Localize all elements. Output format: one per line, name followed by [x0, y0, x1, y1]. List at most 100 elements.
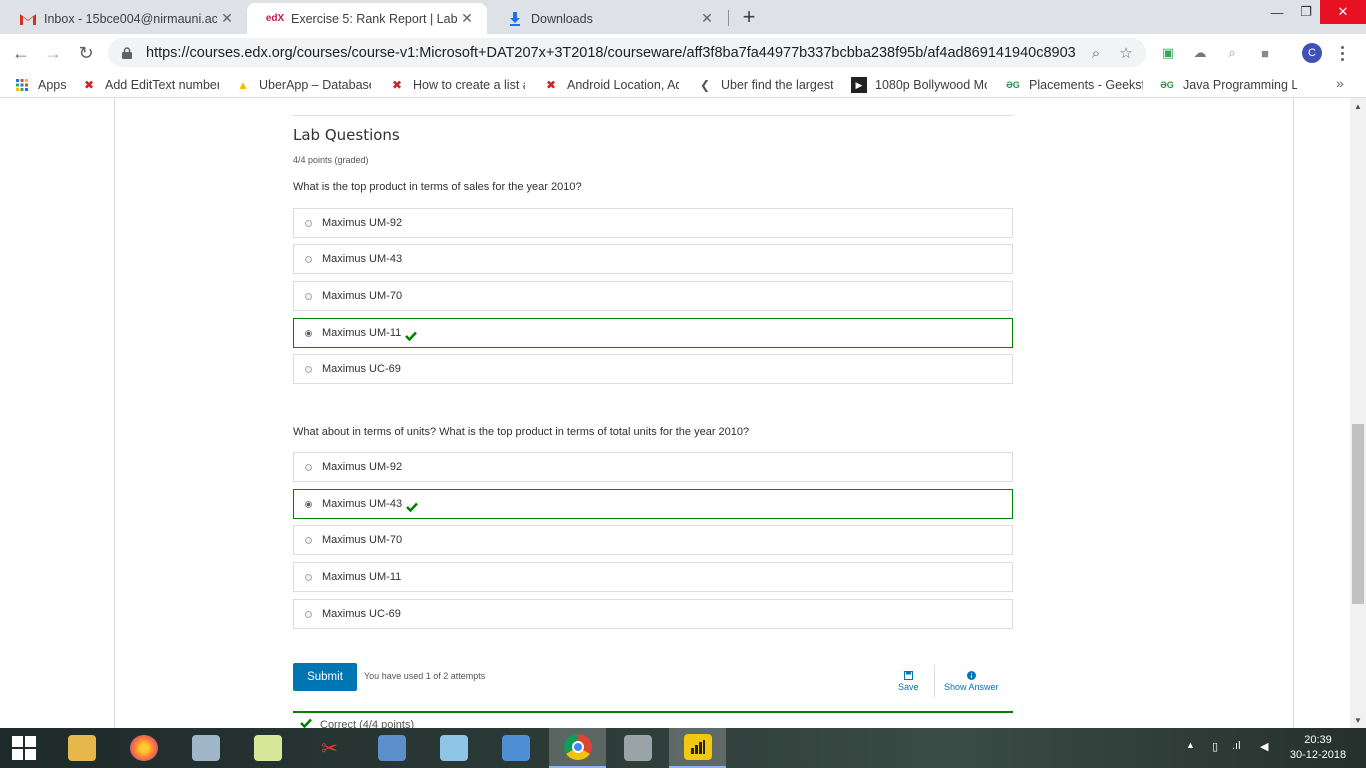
- taskbar-app-grid[interactable]: [609, 728, 666, 768]
- radio-button[interactable]: [305, 292, 312, 300]
- menu-kebab-icon[interactable]: [1334, 42, 1350, 64]
- radio-button[interactable]: [305, 365, 312, 373]
- scroll-down-arrow-icon[interactable]: ▼: [1350, 712, 1366, 728]
- folder-icon: [67, 735, 96, 761]
- extension-inbox-icon[interactable]: ▣: [1158, 43, 1178, 63]
- play-icon: ▶: [851, 77, 867, 93]
- q2-choice[interactable]: Maximus UC-69: [293, 599, 1013, 629]
- submit-button[interactable]: Submit: [293, 663, 357, 691]
- bookmark-uberapp-database[interactable]: ▲ UberApp – Database: [235, 75, 371, 95]
- q1-choice[interactable]: Maximus UM-43: [293, 244, 1013, 274]
- geeksforgeeks-icon: ƏG: [1160, 80, 1174, 90]
- q2-choice[interactable]: Maximus UM-70: [293, 525, 1013, 555]
- notepad-icon: [439, 735, 468, 761]
- scroll-thumb[interactable]: [1352, 424, 1364, 604]
- bookmark-add-edittext[interactable]: ✖ Add EditText number: [81, 75, 219, 95]
- signal-icon[interactable]: .ıl: [1232, 740, 1241, 752]
- taskbar-snipping-tool[interactable]: ✂: [301, 728, 358, 768]
- problem-title: Lab Questions: [293, 126, 400, 144]
- gmail-icon: [20, 11, 36, 27]
- radio-button[interactable]: [305, 573, 312, 581]
- radio-button-checked[interactable]: [305, 500, 312, 508]
- tools-icon: ✖: [545, 78, 557, 92]
- q1-choice-selected[interactable]: Maximus UM-11: [293, 318, 1013, 348]
- calculator-icon: [377, 735, 406, 761]
- bookmark-android-location[interactable]: ✖ Android Location, Ad: [543, 75, 679, 95]
- radio-button[interactable]: [305, 536, 312, 544]
- save-button[interactable]: Save: [898, 671, 919, 692]
- tab-edx-exercise[interactable]: edX Exercise 5: Rank Report | Lab 3 | D …: [247, 3, 487, 34]
- correct-check-icon: [406, 499, 418, 513]
- bookmark-apps[interactable]: Apps: [14, 75, 74, 95]
- radio-button[interactable]: [305, 255, 312, 263]
- windows-start-button[interactable]: [0, 728, 48, 768]
- close-window-button[interactable]: ✕: [1320, 0, 1366, 24]
- edx-icon: edX: [265, 13, 285, 24]
- save-icon: [903, 671, 913, 682]
- volume-icon[interactable]: ◀: [1260, 740, 1268, 753]
- radio-button[interactable]: [305, 219, 312, 227]
- correct-check-icon: [300, 718, 312, 728]
- bookmarks-overflow-icon[interactable]: »: [1336, 75, 1344, 91]
- battery-icon[interactable]: ▯: [1212, 740, 1218, 753]
- page-viewport: Lab Questions 4/4 points (graded) What i…: [0, 98, 1350, 728]
- tab-downloads[interactable]: Downloads ✕: [487, 3, 727, 34]
- scroll-up-arrow-icon[interactable]: ▲: [1350, 98, 1366, 114]
- profile-avatar[interactable]: C: [1302, 43, 1322, 63]
- taskbar-sticky-notes[interactable]: [239, 728, 296, 768]
- bookmark-placements-geeks[interactable]: ƏG Placements - Geeksfo: [1005, 75, 1143, 95]
- forward-button[interactable]: →: [40, 40, 66, 66]
- control-panel-icon: [501, 735, 530, 761]
- page-scrollbar[interactable]: ▲ ▼: [1350, 98, 1366, 728]
- close-tab-icon[interactable]: ✕: [217, 9, 237, 29]
- q1-choice[interactable]: Maximus UC-69: [293, 354, 1013, 384]
- tools-icon: ✖: [83, 78, 95, 92]
- q2-choice[interactable]: Maximus UM-11: [293, 562, 1013, 592]
- zoom-icon[interactable]: ⌕: [1086, 43, 1106, 63]
- minimize-button[interactable]: —: [1262, 0, 1292, 24]
- taskbar-task-manager[interactable]: [177, 728, 234, 768]
- extension-cloud-icon[interactable]: ☁: [1190, 43, 1210, 63]
- back-button[interactable]: ←: [8, 40, 34, 66]
- bookmark-bollywood[interactable]: ▶ 1080p Bollywood Mo: [851, 75, 987, 95]
- taskbar-notepad[interactable]: [425, 728, 482, 768]
- q1-choice[interactable]: Maximus UM-92: [293, 208, 1013, 238]
- bookmarks-bar: Apps ✖ Add EditText number ▲ UberApp – D…: [0, 71, 1366, 98]
- extension-search-icon[interactable]: ⌕: [1222, 43, 1242, 63]
- q2-choice-selected[interactable]: Maximus UM-43: [293, 489, 1013, 519]
- taskbar-clock[interactable]: 20:39 30-12-2018: [1283, 733, 1353, 763]
- taskbar-file-explorer[interactable]: [53, 728, 110, 768]
- q2-choice[interactable]: Maximus UM-92: [293, 452, 1013, 482]
- extension-box-icon[interactable]: ■: [1255, 43, 1275, 63]
- restore-button[interactable]: ❐: [1291, 0, 1321, 24]
- tab-gmail-inbox[interactable]: Inbox - 15bce004@nirmauni.ac.in ✕: [0, 3, 247, 34]
- taskbar-calculator[interactable]: [363, 728, 420, 768]
- chrome-icon: [563, 734, 592, 760]
- close-tab-icon[interactable]: ✕: [697, 9, 717, 29]
- correct-check-icon: [405, 328, 418, 342]
- show-answer-button[interactable]: Show Answer: [944, 671, 999, 692]
- bookmark-star-icon[interactable]: ☆: [1116, 43, 1136, 63]
- taskbar-control-panel[interactable]: [487, 728, 544, 768]
- radio-button[interactable]: [305, 463, 312, 471]
- new-tab-button[interactable]: +: [737, 4, 761, 29]
- tab-separator: [728, 10, 729, 26]
- lock-icon: [120, 46, 134, 59]
- radio-button[interactable]: [305, 610, 312, 618]
- problem-points: 4/4 points (graded): [293, 155, 369, 165]
- tray-overflow-icon[interactable]: ▲: [1186, 740, 1195, 750]
- taskbar-chrome[interactable]: [549, 728, 606, 768]
- bookmark-create-list[interactable]: ✖ How to create a list a: [389, 75, 525, 95]
- bookmark-uber-find-largest[interactable]: ❮ Uber find the largest: [697, 75, 833, 95]
- taskbar-power-bi[interactable]: [669, 728, 726, 768]
- close-tab-icon[interactable]: ✕: [457, 9, 477, 29]
- q1-choice[interactable]: Maximus UM-70: [293, 281, 1013, 311]
- address-bar[interactable]: https://courses.edx.org/courses/course-v…: [108, 38, 1146, 67]
- taskbar-firefox[interactable]: [115, 728, 172, 768]
- radio-button-checked[interactable]: [305, 329, 312, 337]
- geeksforgeeks-icon: ƏG: [1006, 80, 1020, 90]
- reload-button[interactable]: ↻: [73, 40, 99, 66]
- url-text: https://courses.edx.org/courses/course-v…: [146, 44, 1076, 61]
- feedback-divider: [293, 711, 1013, 713]
- bookmark-java-programming[interactable]: ƏG Java Programming La: [1159, 75, 1297, 95]
